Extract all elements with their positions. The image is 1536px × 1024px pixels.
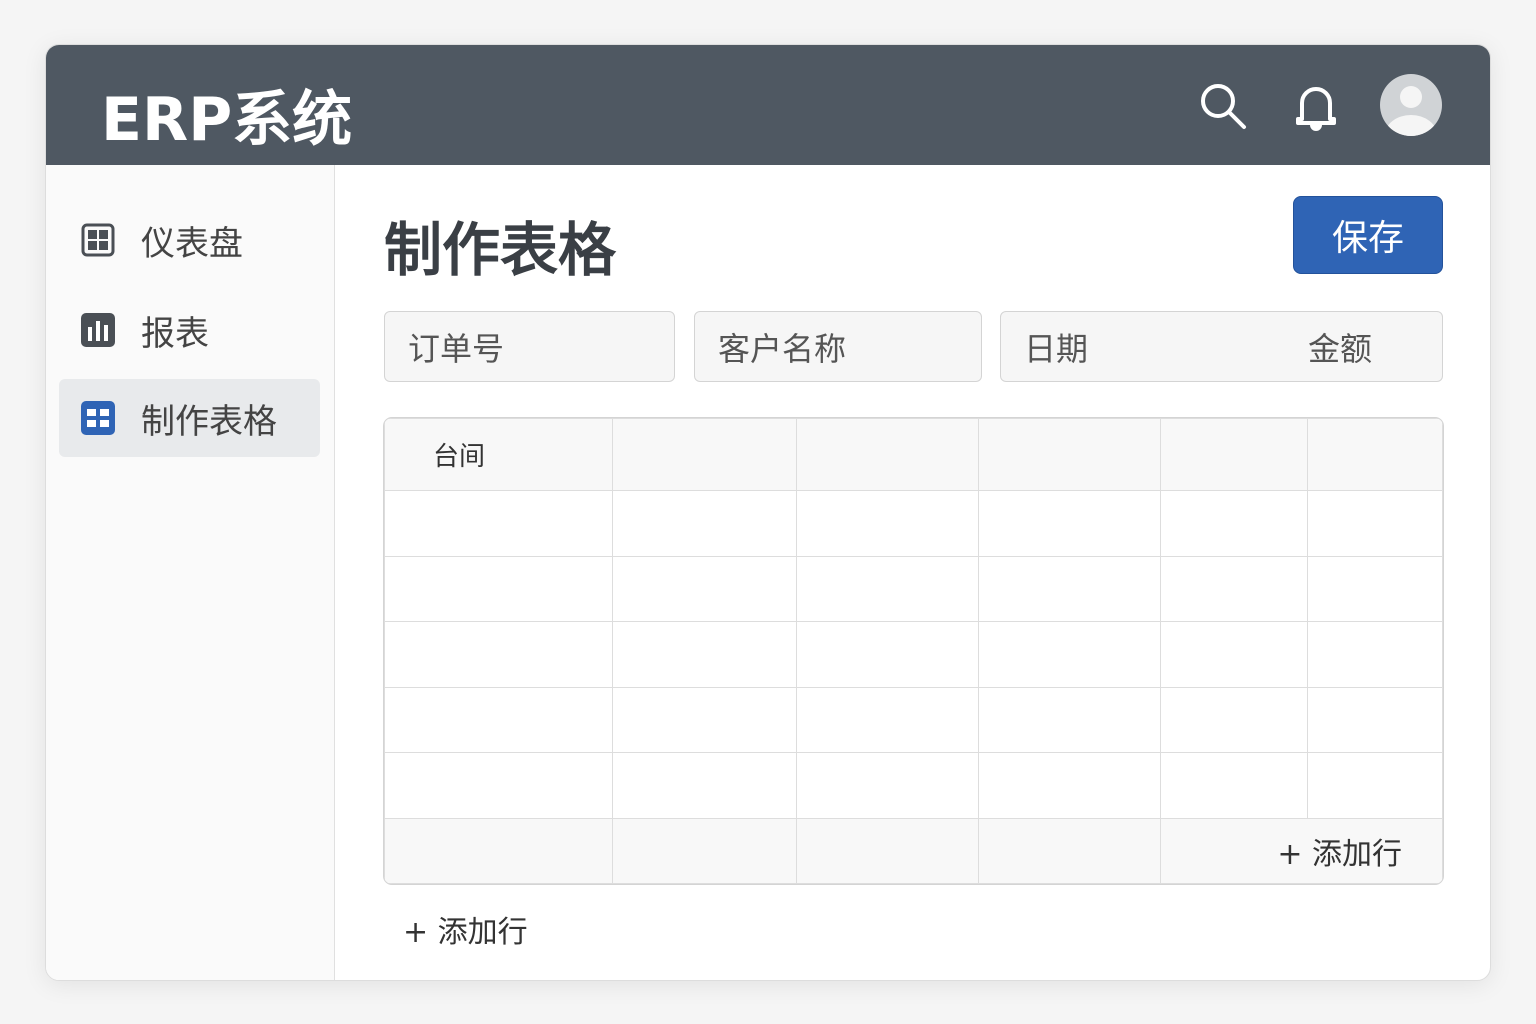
search-icon[interactable] [1198,81,1248,131]
table-cell[interactable] [1307,752,1443,819]
table-header-cell [1307,418,1443,491]
table-cell [978,817,1162,884]
table-row [384,555,1443,622]
table-cell [795,817,980,884]
table-cell[interactable] [795,555,980,622]
table-header-cell [611,418,797,491]
add-row-button[interactable]: + 添加行 [403,907,528,951]
table-cell[interactable] [795,621,980,688]
sidebar: 仪表盘 报表 制作表格 [46,165,335,980]
table-cell[interactable] [795,752,980,819]
table-cell[interactable] [384,621,613,688]
table-cell[interactable] [1160,752,1309,819]
table-cell[interactable] [795,686,980,753]
table-header-cell: 台间 [384,418,613,491]
table-header-row: 台间 [384,418,1443,491]
table-cell[interactable] [611,686,797,753]
table-cell[interactable] [1160,490,1309,557]
top-bar: ERP系统 [46,45,1490,165]
grid-icon [81,401,115,435]
table-row [384,752,1443,819]
add-row-inline-button[interactable]: + 添加行 [1277,837,1402,872]
table-cell[interactable] [611,555,797,622]
sidebar-item-make-table[interactable]: 制作表格 [59,379,320,457]
table-cell[interactable] [611,490,797,557]
table-row [384,621,1443,688]
customer-name-field[interactable]: 客户名称 [694,311,982,382]
table-cell[interactable] [1160,555,1309,622]
table-cell[interactable] [978,752,1162,819]
table-cell: + 添加行 [1160,817,1443,884]
data-table: 台间 + 添加行 [383,417,1444,885]
table-cell[interactable] [1160,686,1309,753]
table-cell[interactable] [1160,621,1309,688]
table-cell[interactable] [384,686,613,753]
save-button[interactable]: 保存 [1293,196,1443,274]
amount-label: 金额 [1308,329,1373,368]
table-cell[interactable] [978,621,1162,688]
dashboard-icon [81,223,115,257]
date-amount-field[interactable]: 日期 金额 [1000,311,1443,382]
app-window: ERP系统 仪表盘 报表 制作表格 制作表格 保存 订单号 客户名称 日期 金额… [45,44,1491,981]
app-title: ERP系统 [101,85,353,155]
order-number-field[interactable]: 订单号 [384,311,675,382]
date-label: 日期 [1024,329,1089,368]
bar-chart-icon [81,313,115,347]
table-header-cell [978,418,1162,491]
table-cell[interactable] [1307,686,1443,753]
table-row [384,490,1443,557]
sidebar-item-dashboard[interactable]: 仪表盘 [59,201,320,279]
avatar-icon[interactable] [1379,73,1443,137]
table-cell[interactable] [978,686,1162,753]
table-cell[interactable] [384,490,613,557]
table-cell[interactable] [611,621,797,688]
table-row [384,686,1443,753]
table-cell[interactable] [795,490,980,557]
table-footer-row: + 添加行 [384,817,1443,884]
page-title: 制作表格 [384,216,617,284]
sidebar-item-reports[interactable]: 报表 [59,291,320,369]
bell-icon[interactable] [1293,81,1339,133]
table-cell [611,817,797,884]
table-cell[interactable] [978,490,1162,557]
table-cell[interactable] [611,752,797,819]
table-cell[interactable] [978,555,1162,622]
table-cell[interactable] [1307,621,1443,688]
table-header-cell [1160,418,1309,491]
table-cell[interactable] [1307,555,1443,622]
sidebar-item-label: 制作表格 [141,401,277,442]
sidebar-item-label: 仪表盘 [141,223,243,264]
table-header-cell [795,418,980,491]
table-cell[interactable] [1307,490,1443,557]
sidebar-item-label: 报表 [141,313,209,354]
table-cell[interactable] [384,752,613,819]
table-cell [384,817,613,884]
table-cell[interactable] [384,555,613,622]
